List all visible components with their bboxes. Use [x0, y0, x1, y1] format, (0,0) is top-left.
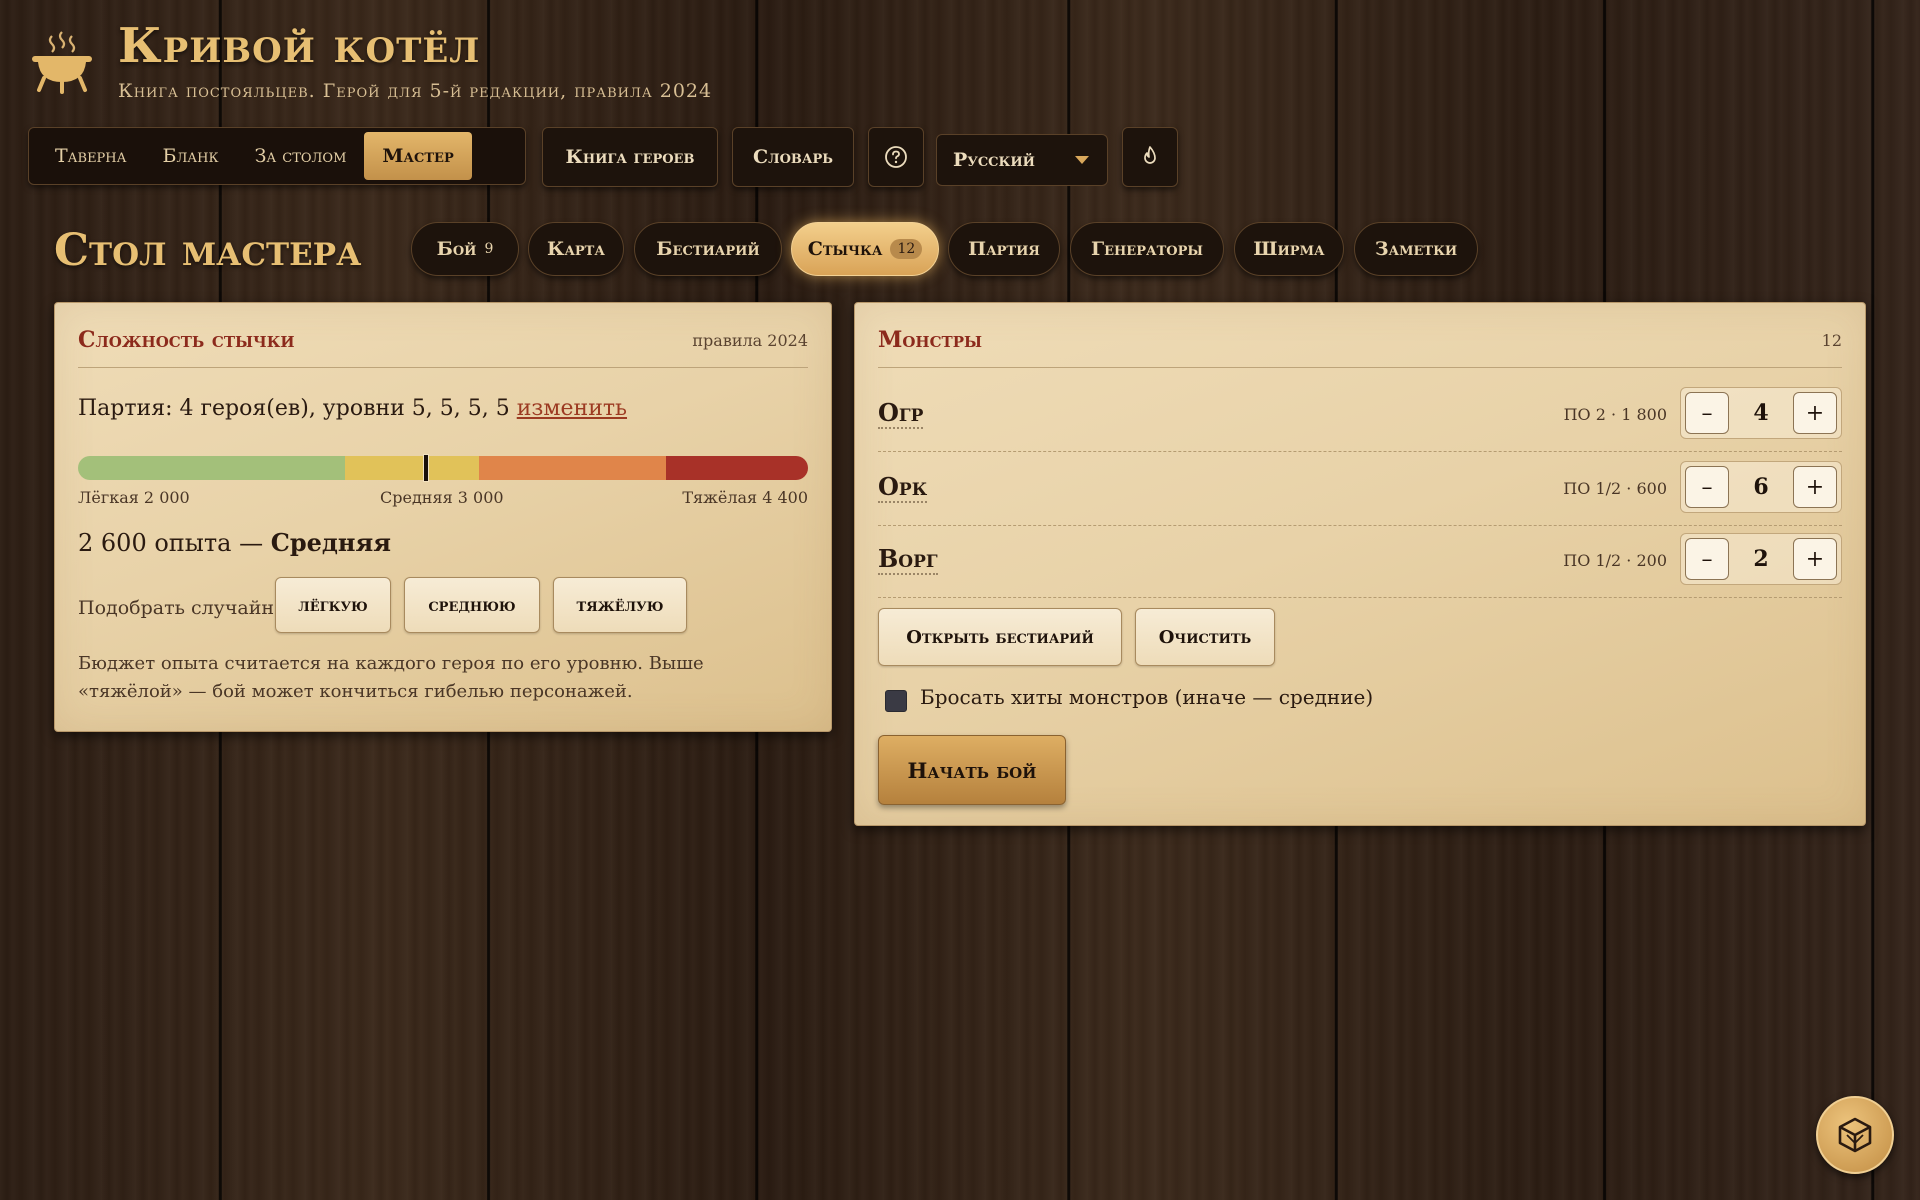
dice-fab-button[interactable]: [1816, 1096, 1894, 1174]
nav-tab-at-table[interactable]: За столом: [237, 132, 365, 180]
monsters-panel: Монстры 12 Огр ПО 2 · 1 800 – 4 + Орк ПО…: [854, 302, 1866, 826]
quantity-value[interactable]: 6: [1731, 474, 1791, 500]
quantity-value[interactable]: 4: [1731, 400, 1791, 426]
difficulty-note: Бюджет опыта считается на каждого героя …: [78, 653, 704, 702]
clear-button[interactable]: Очистить: [1135, 608, 1275, 666]
heroes-book-button[interactable]: Книга героев: [542, 127, 718, 187]
party-summary: Партия: 4 героя(ев), уровни 5, 5, 5, 5 и…: [78, 396, 628, 421]
subtab-battle[interactable]: Бой 9: [411, 222, 519, 276]
monster-name[interactable]: Орк: [878, 473, 928, 503]
label-hard: Тяжёлая 4 400: [682, 488, 808, 507]
monster-row: Огр ПО 2 · 1 800 – 4 +: [878, 379, 1842, 452]
theme-toggle-button[interactable]: [1122, 127, 1178, 187]
increment-button[interactable]: +: [1793, 466, 1837, 508]
start-battle-button[interactable]: Начать бой: [878, 735, 1066, 805]
quantity-stepper: – 2 +: [1680, 533, 1842, 585]
cauldron-icon: [32, 31, 92, 94]
decrement-button[interactable]: –: [1685, 392, 1729, 434]
monster-info: ПО 1/2 · 200: [1563, 551, 1667, 570]
nav-tab-master[interactable]: Мастер: [364, 132, 472, 180]
monster-row: Орк ПО 1/2 · 600 – 6 +: [878, 453, 1842, 526]
help-button[interactable]: [868, 127, 924, 187]
difficulty-title: Сложность стычки: [78, 327, 295, 353]
difficulty-segment: [78, 456, 346, 480]
app-subtitle: Книга постояльцев. Герой для 5-й редакци…: [118, 80, 713, 102]
monster-info: ПО 2 · 1 800: [1563, 405, 1667, 424]
nav-tab-tavern[interactable]: Таверна: [37, 132, 145, 180]
question-circle-icon: [885, 146, 907, 168]
app-title: Кривой котёл: [118, 18, 481, 74]
roll-hp-checkbox[interactable]: [885, 690, 907, 712]
roll-hp-label: Бросать хиты монстров (иначе — средние): [920, 685, 1374, 709]
label-medium: Средняя 3 000: [380, 488, 504, 507]
difficulty-header: Сложность стычки правила 2024: [78, 327, 808, 368]
subtab-party[interactable]: Партия: [948, 222, 1060, 276]
subtab-notes[interactable]: Заметки: [1354, 222, 1478, 276]
nav-tab-sheet[interactable]: Бланк: [145, 132, 237, 180]
open-bestiary-button[interactable]: Открыть бестиарий: [878, 608, 1122, 666]
random-label: Подобрать случайно:: [78, 597, 292, 619]
random-easy-button[interactable]: лёгкую: [275, 577, 391, 633]
decrement-button[interactable]: –: [1685, 538, 1729, 580]
main-nav: Таверна Бланк За столом Мастер: [28, 127, 526, 185]
count-badge: 12: [890, 239, 923, 259]
difficulty-segment: [345, 456, 480, 480]
monster-info: ПО 1/2 · 600: [1563, 479, 1667, 498]
change-party-link[interactable]: изменить: [517, 396, 627, 421]
quantity-stepper: – 4 +: [1680, 387, 1842, 439]
brand: Кривой котёл Книга постояльцев. Герой дл…: [28, 22, 712, 102]
label-easy: Лёгкая 2 000: [78, 488, 190, 507]
difficulty-marker: [422, 454, 429, 482]
random-hard-button[interactable]: тяжёлую: [553, 577, 687, 633]
increment-button[interactable]: +: [1793, 538, 1837, 580]
monsters-count: 12: [1821, 331, 1842, 350]
rules-version: правила 2024: [692, 331, 808, 350]
page-title: Стол мастера: [54, 225, 362, 276]
subtab-bestiary[interactable]: Бестиарий: [634, 222, 782, 276]
dictionary-button[interactable]: Словарь: [732, 127, 854, 187]
difficulty-level: Средняя: [270, 528, 391, 557]
subtab-screen[interactable]: Ширма: [1234, 222, 1344, 276]
dice-cube-icon: [1838, 1117, 1872, 1153]
count-badge: 9: [484, 241, 494, 257]
subtab-encounter[interactable]: Стычка 12: [791, 222, 939, 276]
decrement-button[interactable]: –: [1685, 466, 1729, 508]
quantity-stepper: – 6 +: [1680, 461, 1842, 513]
xp-summary: 2 600 опыта — Средняя: [78, 528, 391, 557]
monster-row: Ворг ПО 1/2 · 200 – 2 +: [878, 525, 1842, 598]
subtab-map[interactable]: Карта: [528, 222, 624, 276]
language-value: Русский: [953, 149, 1035, 171]
difficulty-segment: [666, 456, 808, 480]
quantity-value[interactable]: 2: [1731, 546, 1791, 572]
language-select[interactable]: Русский: [936, 134, 1108, 186]
monsters-title: Монстры: [878, 327, 982, 353]
monster-name[interactable]: Ворг: [878, 545, 938, 575]
subtab-generators[interactable]: Генераторы: [1070, 222, 1224, 276]
random-medium-button[interactable]: среднюю: [404, 577, 540, 633]
chevron-down-icon: [1075, 156, 1089, 164]
flame-icon: [1144, 146, 1156, 164]
difficulty-segment: [479, 456, 667, 480]
difficulty-bar: [78, 456, 808, 480]
monsters-header: Монстры 12: [878, 327, 1842, 368]
monster-name[interactable]: Огр: [878, 399, 924, 429]
increment-button[interactable]: +: [1793, 392, 1837, 434]
